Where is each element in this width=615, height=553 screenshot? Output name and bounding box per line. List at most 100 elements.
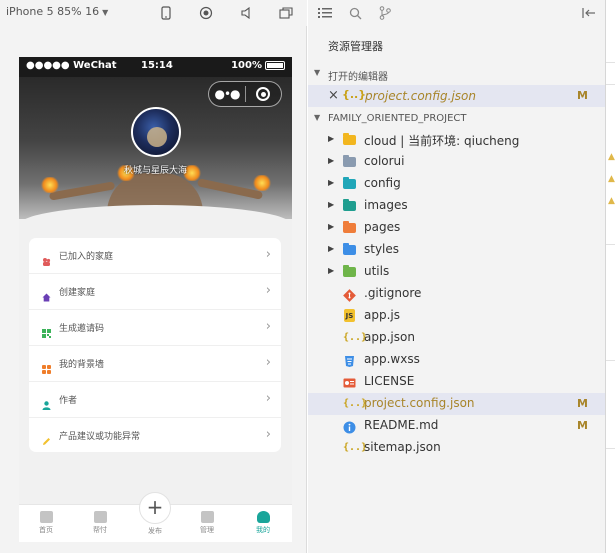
target-icon	[256, 87, 271, 101]
json-icon: {..}	[343, 442, 368, 453]
simulator-toolbar: iPhone 5 85% 16 ▼	[0, 0, 307, 26]
folder-icon	[343, 199, 356, 212]
modified-badge: M	[577, 419, 588, 432]
tab-label: 管理	[200, 526, 214, 534]
chevron-down-icon: ▼	[102, 8, 109, 17]
json-icon: {..}	[342, 88, 367, 101]
tree-item-images[interactable]: ▶ images	[308, 195, 605, 217]
close-icon[interactable]: ×	[328, 88, 339, 103]
chevron-right-icon: ›	[265, 355, 271, 370]
tree-item-sitemap[interactable]: {..} sitemap.json	[308, 437, 605, 459]
edge-divider	[606, 84, 615, 85]
folder-icon	[343, 133, 356, 146]
explorer-toolbar	[308, 0, 605, 27]
tree-item-app-js[interactable]: JS app.js	[308, 305, 605, 327]
warning-mark-icon: ▲	[608, 152, 615, 162]
banner-wave	[19, 205, 292, 219]
tree-item-pages[interactable]: ▶ pages	[308, 217, 605, 239]
tab-me[interactable]: 我的	[241, 505, 285, 542]
tree-item-label: sitemap.json	[364, 440, 441, 454]
tree-item-cloud[interactable]: ▶ cloud | 当前环境: qiucheng	[308, 129, 605, 151]
tree-item-app-wxss[interactable]: app.wxss	[308, 349, 605, 371]
source-control-icon[interactable]	[376, 4, 394, 22]
list-icon[interactable]	[316, 4, 334, 22]
git-icon	[343, 287, 356, 302]
chevron-right-icon: ▶	[328, 134, 335, 143]
avatar[interactable]	[131, 107, 181, 157]
tab-bar: 首页 帮忖 + 发布 管理 我的	[19, 492, 292, 542]
menu-item-create-family[interactable]: 创建家庭 ›	[29, 274, 281, 310]
tree-item-label: README.md	[364, 418, 439, 432]
status-bar: ●●●●● WeChat 15:14 100%	[19, 57, 292, 77]
tree-item-license[interactable]: LICENSE	[308, 371, 605, 393]
menu-item-background-wall[interactable]: 我的背景墙 ›	[29, 346, 281, 382]
more-icon[interactable]: ●•●	[209, 87, 245, 101]
css-icon	[343, 353, 356, 367]
folder-icon	[343, 265, 356, 278]
device-label: iPhone 5 85% 16	[6, 5, 100, 18]
tree-item-label: project.config.json	[364, 396, 475, 410]
project-header[interactable]: ▼ FAMILY_ORIENTED_PROJECT	[308, 109, 605, 129]
tree-item-project-config[interactable]: {..} project.config.json M	[308, 393, 605, 415]
tree-item-colorui[interactable]: ▶ colorui	[308, 151, 605, 173]
folder-icon	[343, 177, 356, 190]
tree-item-readme[interactable]: README.md M	[308, 415, 605, 437]
tab-publish[interactable]: + 发布	[138, 492, 172, 542]
record-icon[interactable]	[197, 4, 215, 22]
menu-item-label: 生成邀请码	[59, 324, 105, 334]
menu-item-feedback[interactable]: 产品建议或功能异常 ›	[29, 418, 281, 454]
open-editor-item[interactable]: × {..} project.config.json M	[308, 85, 605, 107]
explorer-pane: 资源管理器 ▼ 打开的编辑器 × {..} project.config.jso…	[308, 0, 605, 553]
menu-item-label: 创建家庭	[59, 288, 96, 298]
username: 秋城与星辰大海	[123, 166, 187, 176]
close-capsule-button[interactable]	[246, 87, 281, 101]
editor-edge: ▲ ▲ ▲	[605, 0, 615, 553]
menu-item-invite-code[interactable]: 生成邀请码 ›	[29, 310, 281, 346]
edge-divider	[606, 360, 615, 361]
profile-banner: 秋城与星辰大海 ●•●	[19, 77, 292, 219]
devtools-window: iPhone 5 85% 16 ▼ ●●●●● WeChat 15:14 100%	[0, 0, 615, 553]
tree-item-gitignore[interactable]: .gitignore	[308, 283, 605, 305]
battery-status: 100%	[231, 60, 285, 71]
battery-icon	[265, 61, 285, 70]
tree-item-styles[interactable]: ▶ styles	[308, 239, 605, 261]
chevron-down-icon: ▼	[314, 113, 321, 122]
pencil-icon	[42, 431, 51, 445]
user-icon	[42, 395, 51, 410]
help-tab-icon	[93, 511, 107, 523]
menu-item-author[interactable]: 作者 ›	[29, 382, 281, 418]
tab-label: 发布	[148, 527, 162, 535]
menu-item-joined-family[interactable]: 已加入的家庭 ›	[29, 238, 281, 274]
open-editors-header[interactable]: ▼ 打开的编辑器	[308, 64, 605, 84]
menu-item-label: 我的背景墙	[59, 360, 105, 370]
chevron-right-icon: ▶	[328, 266, 335, 275]
menu-item-label: 作者	[59, 396, 78, 406]
tab-manage[interactable]: 管理	[185, 505, 229, 542]
edge-divider	[606, 448, 615, 449]
chevron-right-icon: ▶	[328, 178, 335, 187]
tree-item-label: images	[364, 198, 408, 212]
explorer-title: 资源管理器	[328, 40, 383, 53]
device-selector[interactable]: iPhone 5 85% 16 ▼	[6, 5, 108, 18]
js-icon: JS	[343, 309, 356, 322]
tree-item-app-json[interactable]: {..} app.json	[308, 327, 605, 349]
tab-home[interactable]: 首页	[24, 505, 68, 542]
collapse-panel-icon[interactable]	[580, 4, 598, 22]
tree-item-utils[interactable]: ▶ utils	[308, 261, 605, 283]
open-editors-label: 打开的编辑器	[328, 72, 388, 83]
tree-item-label: app.json	[364, 330, 415, 344]
search-icon[interactable]	[346, 4, 364, 22]
tree-item-label: utils	[364, 264, 390, 278]
tree-item-config[interactable]: ▶ config	[308, 173, 605, 195]
me-tab-icon	[256, 511, 270, 523]
json-icon: {..}	[343, 398, 368, 409]
flame-icon	[41, 177, 59, 193]
window-icon[interactable]	[277, 4, 295, 22]
tab-help[interactable]: 帮忖	[78, 505, 122, 542]
warning-mark-icon: ▲	[608, 196, 615, 206]
phone-icon[interactable]	[157, 4, 175, 22]
speaker-icon[interactable]	[237, 4, 255, 22]
tree-item-label: config	[364, 176, 401, 190]
chevron-right-icon: ▶	[328, 156, 335, 165]
menu-item-label: 产品建议或功能异常	[59, 432, 141, 442]
